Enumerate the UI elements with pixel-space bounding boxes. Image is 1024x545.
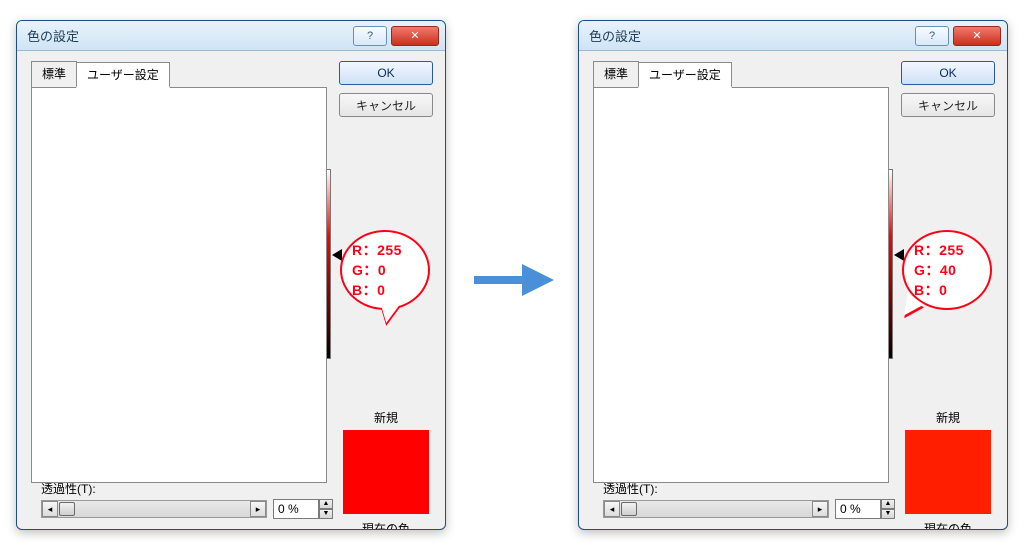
slider-left-button[interactable]: ◂ — [604, 501, 620, 517]
arrow-right-icon — [474, 250, 554, 310]
titlebar[interactable]: 色の設定 ? ✕ — [17, 21, 445, 51]
new-color-label: 新規 — [901, 409, 995, 426]
transparency-area: 透過性(T): ◂ ▸ ▲▼ — [603, 480, 895, 519]
tab-panel-custom — [31, 87, 327, 483]
help-button[interactable]: ? — [915, 26, 949, 46]
slider-thumb[interactable] — [59, 502, 75, 516]
transparency-input[interactable] — [273, 499, 319, 519]
tab-custom[interactable]: ユーザー設定 — [76, 62, 170, 88]
help-icon: ? — [929, 30, 935, 42]
slider-right-button[interactable]: ▸ — [250, 501, 266, 517]
slider-right-button[interactable]: ▸ — [812, 501, 828, 517]
window-title: 色の設定 — [589, 26, 911, 45]
tabs: 標準 ユーザー設定 — [593, 61, 995, 87]
help-icon: ? — [367, 30, 373, 42]
spin-up-button[interactable]: ▲ — [319, 499, 333, 509]
close-icon: ✕ — [972, 29, 981, 42]
close-icon: ✕ — [410, 29, 419, 42]
tab-standard[interactable]: 標準 — [593, 61, 639, 87]
tabs: 標準 ユーザー設定 — [31, 61, 433, 87]
color-swatch — [905, 430, 991, 514]
cancel-button[interactable]: キャンセル — [901, 93, 995, 117]
titlebar[interactable]: 色の設定 ? ✕ — [579, 21, 1007, 51]
new-color-label: 新規 — [339, 409, 433, 426]
window-title: 色の設定 — [27, 26, 349, 45]
transparency-input[interactable] — [835, 499, 881, 519]
preview-block: 新規 現在の色 — [339, 409, 433, 530]
cancel-button[interactable]: キャンセル — [339, 93, 433, 117]
tab-custom[interactable]: ユーザー設定 — [638, 62, 732, 88]
slider-thumb[interactable] — [621, 502, 637, 516]
tab-standard[interactable]: 標準 — [31, 61, 77, 87]
slider-left-button[interactable]: ◂ — [42, 501, 58, 517]
stage: 色の設定 ? ✕ 標準 ユーザー設定 OK キャンセル 色(C): — [0, 0, 1024, 545]
color-swatch — [343, 430, 429, 514]
current-color-label: 現在の色 — [339, 520, 433, 530]
help-button[interactable]: ? — [353, 26, 387, 46]
spin-up-button[interactable]: ▲ — [881, 499, 895, 509]
current-color-label: 現在の色 — [901, 520, 995, 530]
transparency-area: 透過性(T): ◂ ▸ ▲▼ — [41, 480, 333, 519]
tab-panel-custom — [593, 87, 889, 483]
close-button[interactable]: ✕ — [953, 26, 1001, 46]
callout-tail-icon — [376, 301, 399, 324]
spin-down-button[interactable]: ▼ — [319, 509, 333, 519]
spin-down-button[interactable]: ▼ — [881, 509, 895, 519]
rgb-callout-left: R：255 G：0 B：0 — [340, 230, 430, 310]
transparency-slider[interactable]: ◂ ▸ — [603, 500, 829, 518]
preview-block: 新規 現在の色 — [901, 409, 995, 530]
transparency-slider[interactable]: ◂ ▸ — [41, 500, 267, 518]
close-button[interactable]: ✕ — [391, 26, 439, 46]
